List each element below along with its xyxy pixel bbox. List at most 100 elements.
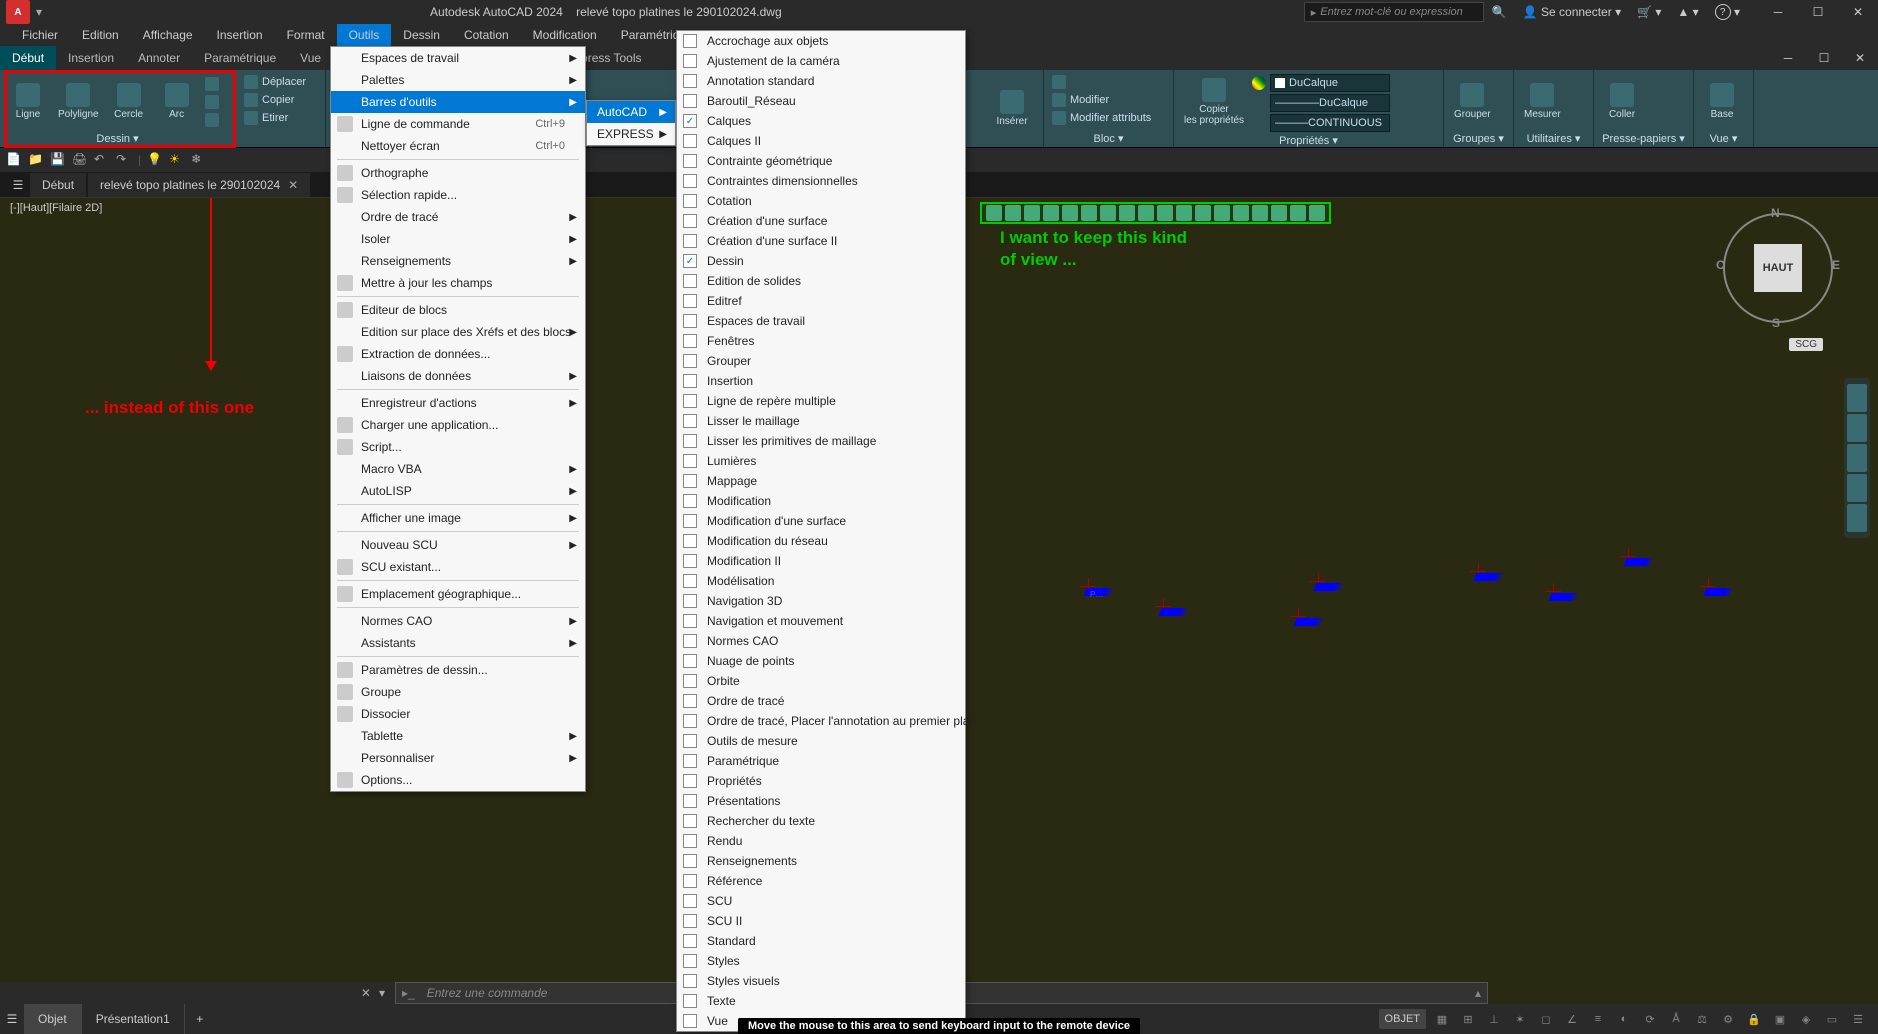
qa-icon[interactable]: 🖨	[72, 152, 88, 168]
login-button[interactable]: 👤 Se connecter ▾	[1515, 0, 1629, 24]
tool-region-icon[interactable]	[1214, 205, 1230, 221]
toolbar-toggle-item[interactable]: Normes CAO	[677, 631, 965, 651]
toolbar-toggle-item[interactable]: Modification II	[677, 551, 965, 571]
status-grid-icon[interactable]: ▦	[1432, 1009, 1452, 1029]
status-model-button[interactable]: OBJET	[1379, 1009, 1426, 1029]
tool-arc-icon[interactable]	[1043, 205, 1059, 221]
minimize-button[interactable]: ─	[1758, 0, 1798, 24]
viewcube-ring[interactable]	[1723, 213, 1833, 323]
tool-hatch-icon[interactable]	[1138, 205, 1154, 221]
menu-item[interactable]: AutoLISP▶	[331, 480, 585, 502]
menu-dessin[interactable]: Dessin	[391, 24, 452, 46]
ligne-button[interactable]: Ligne	[6, 72, 50, 130]
toolbar-toggle-item[interactable]: Propriétés	[677, 771, 965, 791]
menu-item[interactable]: Isoler▶	[331, 228, 585, 250]
toolbar-toggle-item[interactable]: Baroutil_Réseau	[677, 91, 965, 111]
nav-zoom-icon[interactable]	[1847, 444, 1867, 472]
toolbar-toggle-item[interactable]: Styles visuels	[677, 971, 965, 991]
toolbar-toggle-item[interactable]: Paramétrique	[677, 751, 965, 771]
toolbar-toggle-item[interactable]: Nuage de points	[677, 651, 965, 671]
tool-point-icon[interactable]	[1176, 205, 1192, 221]
toolbar-toggle-item[interactable]: Ordre de tracé, Placer l'annotation au p…	[677, 711, 965, 731]
toolbar-toggle-item[interactable]: SCU	[677, 891, 965, 911]
doc-maximize-button[interactable]: ☐	[1806, 46, 1842, 70]
menu-item[interactable]: Renseignements▶	[331, 250, 585, 272]
tool-line-icon[interactable]	[986, 205, 1002, 221]
menu-insertion[interactable]: Insertion	[205, 24, 275, 46]
menu-item[interactable]: Macro VBA▶	[331, 458, 585, 480]
linetype-combo[interactable]: ——— CONTINUOUS	[1270, 114, 1390, 132]
status-ortho-icon[interactable]: ⊥	[1484, 1009, 1504, 1029]
scg-button[interactable]: SCG	[1789, 338, 1823, 351]
toolbar-toggle-item[interactable]: Ajustement de la caméra	[677, 51, 965, 71]
menu-item[interactable]: Ligne de commandeCtrl+9	[331, 113, 585, 135]
menu-format[interactable]: Format	[275, 24, 337, 46]
status-transp-icon[interactable]: ◐	[1614, 1009, 1634, 1029]
tool-spline-icon[interactable]	[1100, 205, 1116, 221]
tool-3d-icon[interactable]	[1309, 205, 1325, 221]
menu-item[interactable]: Personnaliser▶	[331, 747, 585, 769]
ribbon-tab-parametrique[interactable]: Paramétrique	[192, 46, 288, 70]
status-snap-icon[interactable]: ⊞	[1458, 1009, 1478, 1029]
maximize-button[interactable]: ☐	[1798, 0, 1838, 24]
toolbar-toggle-item[interactable]: Présentations	[677, 791, 965, 811]
menu-item[interactable]: Options...	[331, 769, 585, 791]
toolbar-toggle-item[interactable]: Rendu	[677, 831, 965, 851]
viewcube[interactable]: HAUT N S E O	[1718, 208, 1838, 328]
status-ws-icon[interactable]: ⚙	[1718, 1009, 1738, 1029]
toolbar-toggle-item[interactable]: SCU II	[677, 911, 965, 931]
menu-item[interactable]: Normes CAO▶	[331, 610, 585, 632]
lineweight-combo[interactable]: ———— DuCalque	[1270, 94, 1390, 112]
toolbar-toggle-item[interactable]: Styles	[677, 951, 965, 971]
copier-prop-button[interactable]: Copierles propriétés	[1180, 72, 1248, 132]
menu-item[interactable]: Dissocier	[331, 703, 585, 725]
toolbar-toggle-item[interactable]: Fenêtres	[677, 331, 965, 351]
toolbar-toggle-item[interactable]: ✓Calques	[677, 111, 965, 131]
menu-affichage[interactable]: Affichage	[131, 24, 205, 46]
menu-edition[interactable]: Edition	[70, 24, 131, 46]
menu-item[interactable]: Assistants▶	[331, 632, 585, 654]
menu-item[interactable]: Palettes▶	[331, 69, 585, 91]
status-scale-icon[interactable]: ⚖	[1692, 1009, 1712, 1029]
view-label[interactable]: [-][Haut][Filaire 2D]	[10, 202, 102, 214]
toolbar-toggle-item[interactable]: Navigation 3D	[677, 591, 965, 611]
cmdline-menu-icon[interactable]: ▴	[1469, 986, 1487, 1000]
tool-cloud-icon[interactable]	[1119, 205, 1135, 221]
toolbar-toggle-item[interactable]: Espaces de travail	[677, 311, 965, 331]
cmdline-close-icon[interactable]: ✕	[361, 986, 371, 1000]
search-input[interactable]: ▸ Entrez mot-clé ou expression	[1304, 2, 1484, 22]
ribbon-tab-insertion[interactable]: Insertion	[56, 46, 126, 70]
etirer-button[interactable]: Etirer	[242, 110, 319, 126]
toolbar-toggle-item[interactable]: Lisser les primitives de maillage	[677, 431, 965, 451]
deplacer-button[interactable]: Déplacer	[242, 74, 319, 90]
menu-item[interactable]: Nouveau SCU▶	[331, 534, 585, 556]
menu-item[interactable]: Afficher une image▶	[331, 507, 585, 529]
close-tab-icon[interactable]: ✕	[288, 178, 298, 192]
tool-wipeout-icon[interactable]	[1233, 205, 1249, 221]
mini-tool[interactable]	[203, 76, 221, 92]
nav-showmotion-icon[interactable]	[1847, 504, 1867, 532]
viewcube-n[interactable]: N	[1771, 206, 1780, 220]
ribbon-tab-vue[interactable]: Vue	[288, 46, 333, 70]
toolbar-toggle-item[interactable]: Edition de solides	[677, 271, 965, 291]
menu-item[interactable]: Charger une application...	[331, 414, 585, 436]
toolbar-toggle-item[interactable]: Modification	[677, 491, 965, 511]
coller-button[interactable]: Coller	[1600, 72, 1644, 130]
bloc-modifier-button[interactable]: Modifier	[1050, 92, 1167, 108]
menu-item[interactable]: Script...	[331, 436, 585, 458]
tool-block-icon[interactable]	[1195, 205, 1211, 221]
tool-helix-icon[interactable]	[1290, 205, 1306, 221]
layout-tab-model[interactable]: Objet	[24, 1004, 82, 1034]
inserer-button[interactable]: Insérer	[990, 72, 1034, 145]
menu-item[interactable]: Enregistreur d'actions▶	[331, 392, 585, 414]
toolbar-toggle-item[interactable]: Standard	[677, 931, 965, 951]
status-iso-icon[interactable]: ◈	[1796, 1009, 1816, 1029]
toolbar-toggle-item[interactable]: Annotation standard	[677, 71, 965, 91]
toolbar-toggle-item[interactable]: Editref	[677, 291, 965, 311]
status-lock-icon[interactable]: 🔒	[1744, 1009, 1764, 1029]
doc-minimize-button[interactable]: ─	[1770, 46, 1806, 70]
toolbar-toggle-item[interactable]: Orbite	[677, 671, 965, 691]
menu-item[interactable]: Editeur de blocs	[331, 299, 585, 321]
tool-polyline-icon[interactable]	[1005, 205, 1021, 221]
qa-icon[interactable]: 💾	[50, 152, 66, 168]
